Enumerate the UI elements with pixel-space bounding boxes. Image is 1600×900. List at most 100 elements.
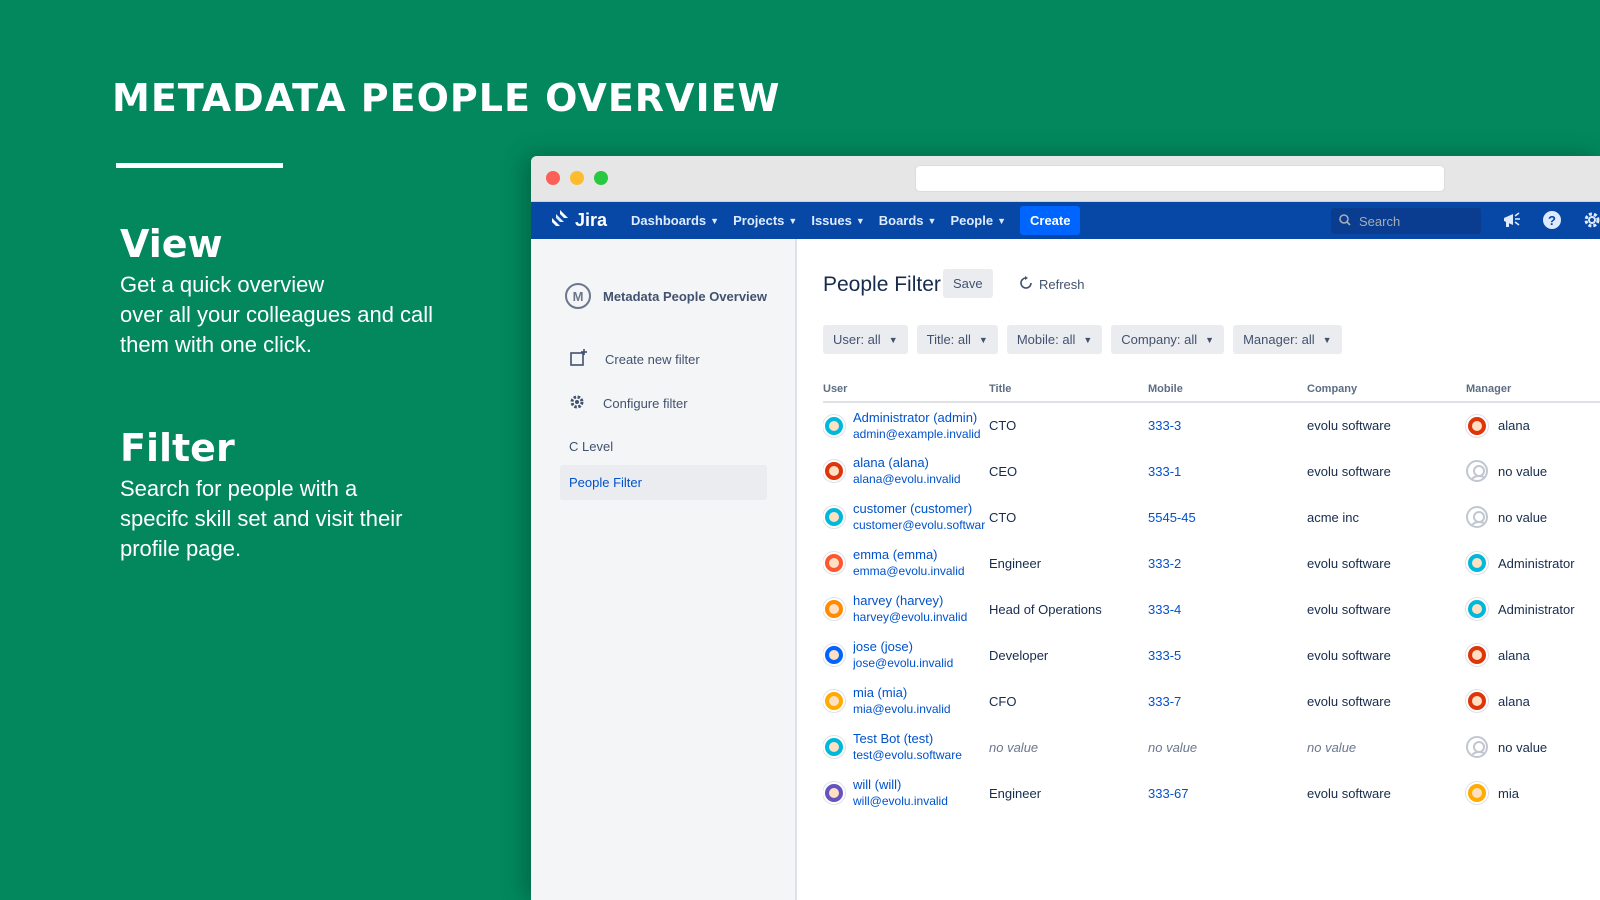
- user-email-link[interactable]: customer@evolu.softwar: [853, 517, 985, 534]
- table-row: mia (mia) mia@evolu.invalid CFO 333-7 evolu …: [823, 678, 1600, 724]
- mobile-link[interactable]: 333-2: [1148, 556, 1181, 571]
- table-row: jose (jose) jose@evolu.invalid Developer 33…: [823, 632, 1600, 678]
- user-cell: Test Bot (test) test@evolu.software: [823, 724, 989, 770]
- user-name-link[interactable]: will (will): [853, 776, 948, 793]
- user-avatar[interactable]: [823, 598, 845, 620]
- nav-boards[interactable]: Boards ▼: [879, 213, 937, 228]
- notifications-megaphone-icon[interactable]: [1501, 209, 1523, 231]
- chevron-down-icon: ▼: [1322, 334, 1332, 345]
- filter-company-dropdown[interactable]: Company: all ▼: [1111, 325, 1225, 354]
- manager-avatar[interactable]: [1466, 644, 1488, 666]
- sidebar-item-people-filter[interactable]: People Filter: [560, 465, 767, 500]
- nav-people[interactable]: People ▼: [950, 213, 1006, 228]
- sidebar-item-create-filter[interactable]: Create new filter: [569, 349, 700, 370]
- company-cell: acme inc: [1307, 509, 1360, 525]
- mobile-link: no value: [1148, 739, 1198, 755]
- user-email-link[interactable]: harvey@evolu.invalid: [853, 609, 967, 626]
- mobile-link[interactable]: 333-7: [1148, 694, 1181, 709]
- filter-manager-dropdown[interactable]: Manager: all ▼: [1233, 325, 1342, 354]
- user-avatar[interactable]: [823, 506, 845, 528]
- settings-gear-icon[interactable]: [1581, 209, 1600, 231]
- table-header-row: User Title Mobile Company Manager: [823, 379, 1600, 403]
- manager-name[interactable]: alana: [1498, 418, 1530, 433]
- user-email-link[interactable]: alana@evolu.invalid: [853, 471, 961, 488]
- mobile-link[interactable]: 333-4: [1148, 602, 1181, 617]
- manager-name[interactable]: alana: [1498, 694, 1530, 709]
- mobile-cell: 333-2: [1148, 540, 1307, 586]
- sidebar-section-c-level[interactable]: C Level: [569, 439, 613, 454]
- user-avatar[interactable]: [823, 552, 845, 574]
- maximize-window-button[interactable]: [594, 171, 608, 185]
- manager-cell: mia: [1466, 770, 1600, 816]
- filter-mobile-dropdown[interactable]: Mobile: all ▼: [1006, 325, 1103, 354]
- nav-projects[interactable]: Projects ▼: [733, 213, 797, 228]
- filter-title-dropdown[interactable]: Title: all ▼: [916, 325, 998, 354]
- user-name-link[interactable]: harvey (harvey): [853, 592, 967, 609]
- column-header-mobile[interactable]: Mobile: [1148, 379, 1307, 403]
- save-button[interactable]: Save: [943, 269, 993, 298]
- user-name-link[interactable]: alana (alana): [853, 454, 961, 471]
- column-header-user[interactable]: User: [823, 379, 989, 403]
- filter-user-dropdown[interactable]: User: all ▼: [823, 325, 908, 354]
- user-avatar[interactable]: [823, 460, 845, 482]
- company-cell: evolu software: [1307, 601, 1391, 617]
- close-window-button[interactable]: [546, 171, 560, 185]
- user-email-link[interactable]: test@evolu.software: [853, 747, 962, 764]
- manager-avatar[interactable]: [1466, 782, 1488, 804]
- manager-cell: Administrator: [1466, 586, 1600, 632]
- user-name-link[interactable]: jose (jose): [853, 638, 953, 655]
- manager-avatar[interactable]: [1466, 552, 1488, 574]
- user-email-link[interactable]: admin@example.invalid: [853, 426, 981, 443]
- column-header-manager[interactable]: Manager: [1466, 379, 1600, 403]
- chevron-down-icon: ▼: [788, 215, 798, 226]
- help-icon[interactable]: ?: [1541, 209, 1563, 231]
- nav-issues[interactable]: Issues ▼: [811, 213, 864, 228]
- refresh-button[interactable]: Refresh: [1011, 269, 1093, 300]
- app-logo-icon: M: [565, 283, 591, 309]
- search-input[interactable]: Search: [1331, 208, 1481, 234]
- manager-avatar[interactable]: [1466, 414, 1488, 437]
- manager-name[interactable]: mia: [1498, 786, 1519, 801]
- table-row: emma (emma) emma@evolu.invalid Engineer 333…: [823, 540, 1600, 586]
- mobile-link[interactable]: 333-67: [1148, 786, 1188, 801]
- manager-name[interactable]: alana: [1498, 648, 1530, 663]
- user-name-link[interactable]: customer (customer): [853, 500, 985, 517]
- user-avatar[interactable]: [823, 736, 845, 758]
- column-header-company[interactable]: Company: [1307, 379, 1466, 403]
- sidebar-app-header[interactable]: M Metadata People Overview: [565, 283, 767, 309]
- user-email-link[interactable]: will@evolu.invalid: [853, 793, 948, 810]
- manager-avatar[interactable]: [1466, 690, 1488, 712]
- jira-logo[interactable]: Jira: [551, 209, 607, 232]
- feature-heading: Filter: [120, 426, 235, 470]
- user-name-link[interactable]: Test Bot (test): [853, 730, 962, 747]
- user-avatar[interactable]: [823, 414, 845, 437]
- user-avatar[interactable]: [823, 690, 845, 712]
- manager-name[interactable]: Administrator: [1498, 602, 1575, 617]
- manager-cell: alana: [1466, 678, 1600, 724]
- minimize-window-button[interactable]: [570, 171, 584, 185]
- user-name-link[interactable]: mia (mia): [853, 684, 951, 701]
- table-row: alana (alana) alana@evolu.invalid CEO 333-1…: [823, 448, 1600, 494]
- mobile-link[interactable]: 333-5: [1148, 648, 1181, 663]
- refresh-label: Refresh: [1039, 277, 1085, 292]
- user-email-link[interactable]: emma@evolu.invalid: [853, 563, 965, 580]
- column-header-title[interactable]: Title: [989, 379, 1148, 403]
- nav-dashboards[interactable]: Dashboards ▼: [631, 213, 719, 228]
- user-avatar[interactable]: [823, 782, 845, 804]
- user-name-link[interactable]: emma (emma): [853, 546, 965, 563]
- manager-name[interactable]: Administrator: [1498, 556, 1575, 571]
- user-name-link[interactable]: Administrator (admin): [853, 409, 981, 426]
- chevron-down-icon: ▼: [1083, 334, 1093, 345]
- create-button[interactable]: Create: [1020, 206, 1081, 235]
- sidebar-item-configure-filter[interactable]: Configure filter: [569, 394, 688, 413]
- address-bar[interactable]: [915, 165, 1445, 192]
- table-row: harvey (harvey) harvey@evolu.invalid Head …: [823, 586, 1600, 632]
- mobile-link[interactable]: 333-1: [1148, 464, 1181, 479]
- mobile-link[interactable]: 5545-45: [1148, 510, 1196, 525]
- empty-avatar-icon: [1466, 736, 1488, 758]
- user-avatar[interactable]: [823, 644, 845, 666]
- mobile-link[interactable]: 333-3: [1148, 418, 1181, 433]
- user-email-link[interactable]: mia@evolu.invalid: [853, 701, 951, 718]
- user-email-link[interactable]: jose@evolu.invalid: [853, 655, 953, 672]
- manager-avatar[interactable]: [1466, 598, 1488, 620]
